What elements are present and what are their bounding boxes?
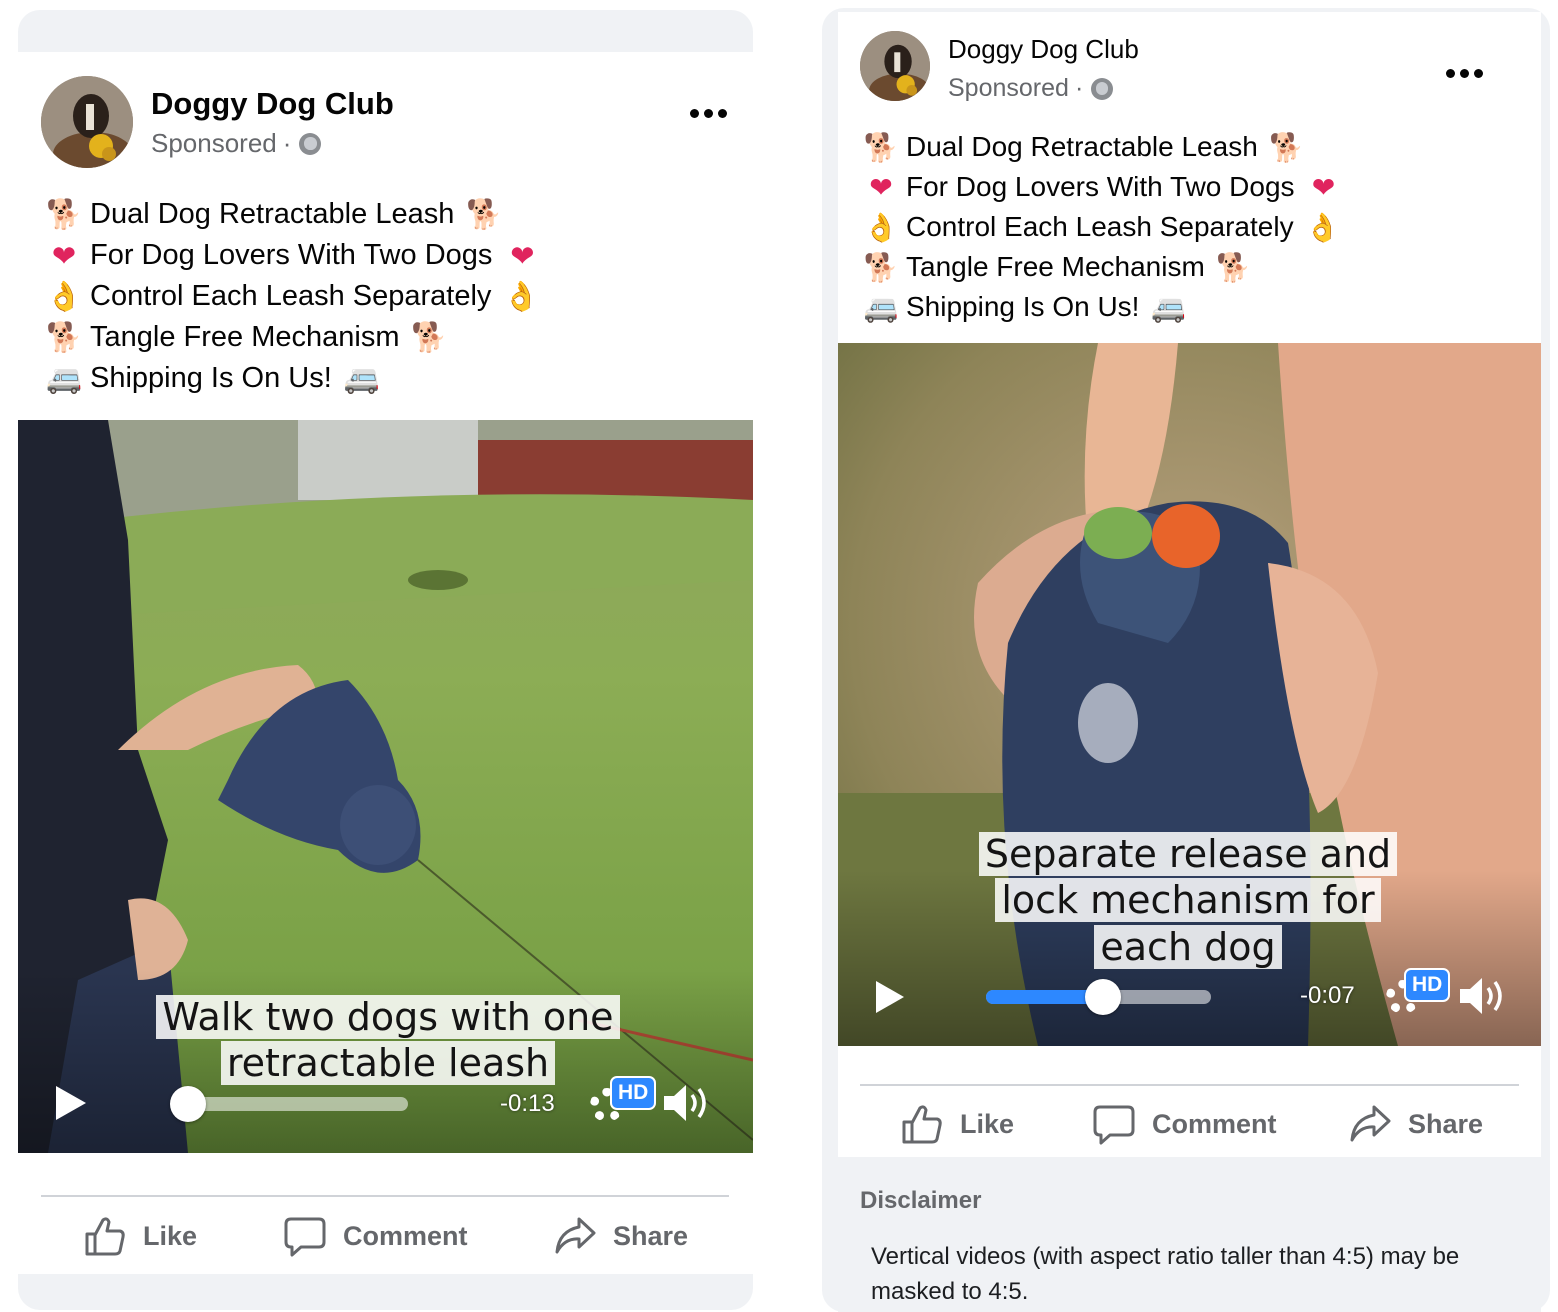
- copy-line: ❤ For Dog Lovers With Two Dogs ❤: [42, 235, 542, 276]
- comment-button[interactable]: Comment: [1092, 1102, 1277, 1146]
- page-name[interactable]: Doggy Dog Club: [151, 86, 394, 122]
- comment-button[interactable]: Comment: [283, 1214, 468, 1258]
- copy-line: 🚐 Shipping Is On Us! 🚐: [42, 358, 542, 399]
- share-label: Share: [1408, 1108, 1484, 1139]
- comment-icon: [1093, 1105, 1135, 1145]
- like-icon: [85, 1217, 125, 1256]
- dog-emoji-icon: 🐕: [1269, 130, 1305, 164]
- dog-emoji-icon: 🐕: [45, 197, 83, 231]
- disclaimer-title: Disclaimer: [860, 1187, 982, 1214]
- hd-badge[interactable]: HD: [610, 1076, 657, 1110]
- actions-divider: [41, 1195, 729, 1197]
- ok-hand-emoji-icon: 👌: [45, 279, 83, 313]
- actions-divider: [860, 1084, 1519, 1086]
- copy-text: For Dog Lovers With Two Dogs: [906, 171, 1295, 202]
- like-icon: [902, 1105, 942, 1144]
- copy-line: 🐕 Dual Dog Retractable Leash 🐕: [42, 194, 542, 235]
- copy-text: Control Each Leash Separately: [90, 280, 492, 312]
- share-label: Share: [613, 1220, 689, 1251]
- ad-copy: 🐕 Dual Dog Retractable Leash 🐕 ❤ For Dog…: [860, 127, 1343, 327]
- disclaimer-panel: Disclaimer Vertical videos (with aspect …: [838, 1157, 1541, 1312]
- disclaimer-text: Vertical videos (with aspect ratio talle…: [871, 1243, 1460, 1305]
- left-ad-card: Doggy Dog Club Sponsored · 🐕 Dual Dog Re…: [18, 52, 753, 1274]
- more-options-icon[interactable]: [1446, 69, 1483, 78]
- like-button[interactable]: Like: [900, 1102, 1014, 1146]
- right-ad-card: Doggy Dog Club Sponsored · 🐕 Dual Dog Re…: [838, 12, 1541, 1312]
- share-icon: [1350, 1105, 1391, 1142]
- comment-icon: [284, 1217, 326, 1257]
- ad-video[interactable]: Separate release and lock mechanism for …: [838, 343, 1541, 1046]
- separator: ·: [282, 128, 292, 158]
- copy-line: 🐕 Tangle Free Mechanism 🐕: [860, 247, 1343, 287]
- copy-text: Control Each Leash Separately: [906, 211, 1294, 242]
- like-label: Like: [143, 1220, 198, 1251]
- van-emoji-icon: 🚐: [343, 361, 380, 395]
- heart-emoji-icon: ❤: [510, 238, 535, 273]
- dog-emoji-icon: 🐕: [411, 320, 448, 354]
- van-emoji-icon: 🚐: [45, 361, 83, 395]
- dog-emoji-icon: 🐕: [863, 250, 899, 284]
- globe-icon: [1091, 77, 1114, 100]
- remaining-time: -0:07: [1300, 982, 1355, 1009]
- page-avatar[interactable]: [860, 31, 930, 101]
- page-avatar[interactable]: [41, 76, 133, 168]
- progress-handle[interactable]: [1085, 979, 1121, 1015]
- copy-line: 🐕 Dual Dog Retractable Leash 🐕: [860, 127, 1343, 167]
- video-caption: Separate release and lock mechanism for …: [968, 831, 1408, 970]
- ad-video[interactable]: Walk two dogs with one retractable leash…: [18, 420, 753, 1153]
- progress-bar[interactable]: [188, 1097, 408, 1111]
- play-icon[interactable]: [56, 1086, 86, 1120]
- copy-text: Shipping Is On Us!: [906, 291, 1140, 322]
- heart-emoji-icon: ❤: [51, 238, 77, 273]
- copy-text: Tangle Free Mechanism: [90, 321, 400, 353]
- share-icon: [555, 1217, 596, 1254]
- dog-emoji-icon: 🐕: [45, 320, 83, 354]
- video-caption: Walk two dogs with one retractable leash: [128, 994, 648, 1087]
- ok-hand-emoji-icon: 👌: [1305, 210, 1341, 244]
- copy-line: 🐕 Tangle Free Mechanism 🐕: [42, 317, 542, 358]
- comment-label: Comment: [343, 1220, 468, 1251]
- separator: ·: [1074, 74, 1084, 102]
- remaining-time: -0:13: [500, 1090, 555, 1117]
- ok-hand-emoji-icon: 👌: [863, 210, 899, 244]
- like-label: Like: [960, 1108, 1015, 1139]
- volume-icon[interactable]: [662, 1082, 712, 1124]
- comment-label: Comment: [1152, 1108, 1277, 1139]
- dog-emoji-icon: 🐕: [863, 130, 899, 164]
- heart-emoji-icon: ❤: [1311, 170, 1336, 204]
- hd-badge[interactable]: HD: [1404, 968, 1451, 1002]
- like-button[interactable]: Like: [83, 1214, 197, 1258]
- globe-icon: [299, 132, 322, 155]
- copy-text: Shipping Is On Us!: [90, 362, 332, 394]
- copy-line: 👌 Control Each Leash Separately 👌: [860, 207, 1343, 247]
- sponsored-label[interactable]: Sponsored ·: [151, 128, 322, 159]
- volume-icon[interactable]: [1458, 975, 1508, 1017]
- copy-line: ❤ For Dog Lovers With Two Dogs ❤: [860, 167, 1343, 207]
- share-button[interactable]: Share: [1348, 1102, 1483, 1146]
- van-emoji-icon: 🚐: [863, 290, 899, 324]
- dog-emoji-icon: 🐕: [466, 197, 503, 231]
- share-button[interactable]: Share: [553, 1214, 688, 1258]
- heart-emoji-icon: ❤: [869, 170, 893, 204]
- progress-handle[interactable]: [170, 1086, 206, 1122]
- play-icon[interactable]: [876, 981, 904, 1013]
- copy-line: 🚐 Shipping Is On Us! 🚐: [860, 287, 1343, 327]
- copy-text: Tangle Free Mechanism: [906, 251, 1205, 282]
- page-name[interactable]: Doggy Dog Club: [948, 34, 1139, 65]
- ok-hand-emoji-icon: 👌: [503, 279, 540, 313]
- copy-text: Dual Dog Retractable Leash: [90, 198, 455, 230]
- sponsored-text: Sponsored: [948, 74, 1069, 102]
- more-options-icon[interactable]: [690, 109, 727, 118]
- dog-emoji-icon: 🐕: [1216, 250, 1252, 284]
- sponsored-label[interactable]: Sponsored ·: [948, 74, 1114, 103]
- copy-line: 👌 Control Each Leash Separately 👌: [42, 276, 542, 317]
- copy-text: Dual Dog Retractable Leash: [906, 131, 1258, 162]
- copy-text: For Dog Lovers With Two Dogs: [90, 239, 493, 271]
- sponsored-text: Sponsored: [151, 128, 277, 158]
- ad-copy: 🐕 Dual Dog Retractable Leash 🐕 ❤ For Dog…: [42, 194, 542, 399]
- van-emoji-icon: 🚐: [1151, 290, 1186, 324]
